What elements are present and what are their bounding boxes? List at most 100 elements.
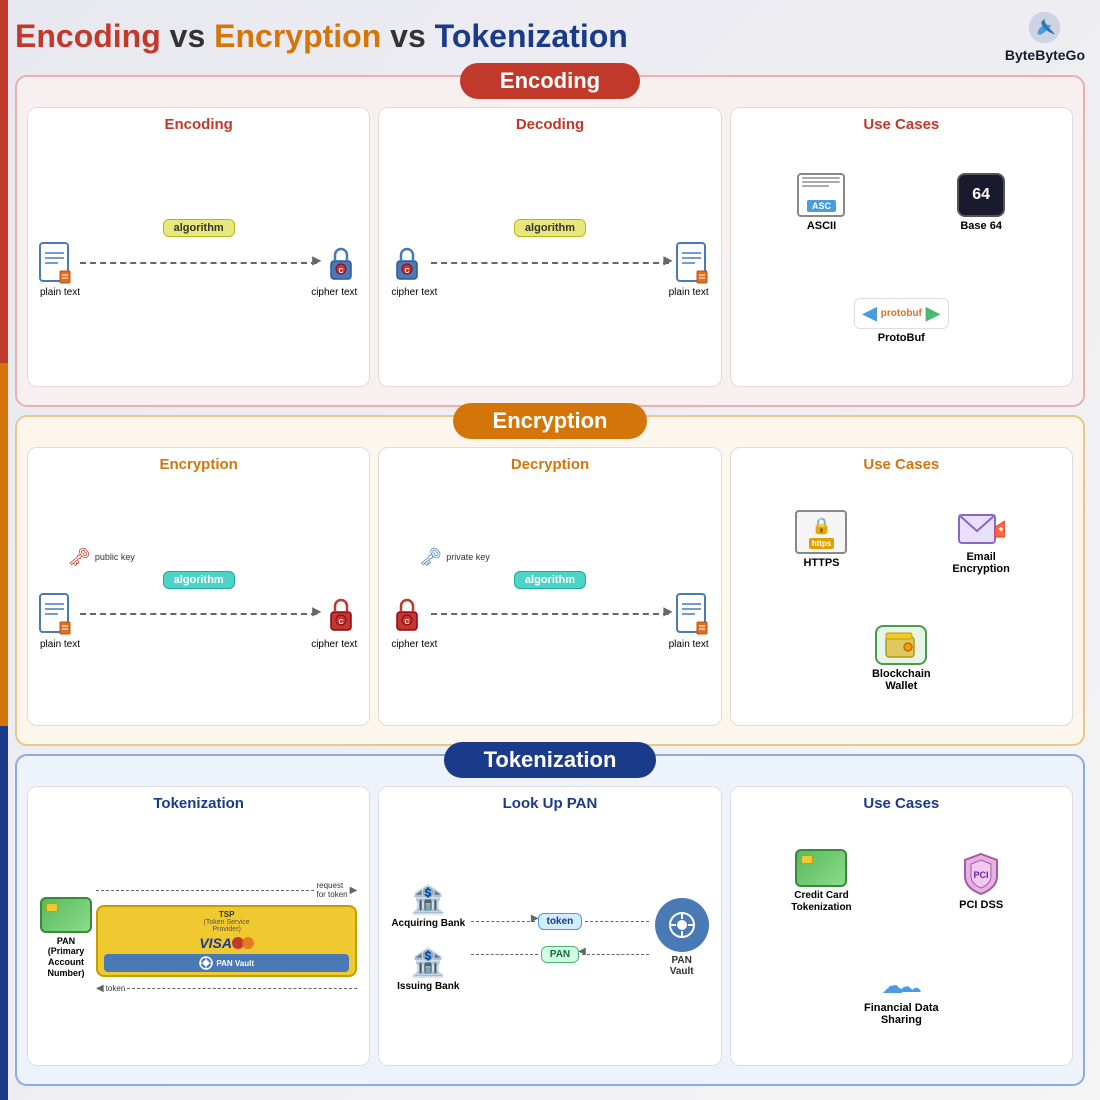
decryption-lock-icon: C — [389, 592, 425, 636]
protobuf-item: ◀ protobuf ▶ ProtoBuf — [745, 298, 1058, 344]
decoding-diagram: algorithm C ▶ — [389, 139, 710, 378]
acquiring-bank: 🏦 Acquiring Bank — [391, 883, 465, 930]
encryption-lock-icon: C — [323, 592, 359, 636]
pan-vault-label: PANVault — [670, 955, 694, 977]
encryption-use-cases-panel: Use Cases 🔒 https HTTPS — [730, 447, 1073, 727]
base64-item: 64 Base 64 — [904, 173, 1058, 232]
blockchain-icon — [875, 625, 927, 665]
lookup-arrows: ▶ token PAN ◀ — [471, 913, 648, 963]
email-svg — [957, 507, 1005, 545]
lookup-diagram: 🏦 Acquiring Bank 🏦 Issuing Bank — [389, 818, 710, 1057]
base64-icon: 64 — [957, 173, 1005, 217]
pci-dss-icon: PCI — [955, 852, 1007, 896]
base64-label: Base 64 — [960, 220, 1002, 232]
encryption-section: Encryption Encryption 🗝 public key algor… — [15, 415, 1085, 747]
https-item: 🔒 https HTTPS — [745, 510, 899, 569]
tokenization-badge: Tokenization — [444, 742, 657, 778]
blockchain-label: BlockchainWallet — [872, 668, 931, 692]
svg-text:PCI: PCI — [974, 870, 989, 880]
ascii-label: ASCII — [807, 220, 836, 232]
ascii-icon: ASC — [797, 173, 845, 217]
financial-data-label: Financial DataSharing — [864, 1002, 939, 1026]
main-container: Encoding vs Encryption vs Tokenization B… — [0, 0, 1100, 1100]
pan-vault-lookup: PANVault — [655, 898, 709, 977]
logo-text: ByteByteGo — [1005, 47, 1085, 63]
tsp-pan-vault: PAN Vault — [104, 954, 349, 972]
encoding-use-cases-grid: ASC ASCII 64 Base 64 ◀ — [741, 139, 1062, 378]
left-accent-bar — [0, 0, 8, 1100]
encryption-panels-row: Encryption 🗝 public key algorithm — [27, 447, 1073, 727]
title-tokenization: Tokenization — [435, 18, 628, 54]
public-key-label: public key — [95, 552, 135, 562]
encoding-lock-icon: C — [323, 241, 359, 285]
https-label: HTTPS — [803, 557, 839, 569]
email-item: EmailEncryption — [904, 504, 1058, 575]
encryption-cipher-text-label: cipher text — [311, 639, 357, 650]
encryption-diagram: 🗝 public key algorithm — [38, 479, 359, 718]
decoding-cipher-text-label: cipher text — [391, 287, 437, 298]
logo-icon — [1027, 10, 1062, 45]
acquiring-bank-label: Acquiring Bank — [391, 918, 465, 930]
pan-card-icon — [40, 897, 92, 933]
protobuf-icon: ◀ protobuf ▶ — [854, 298, 949, 329]
pan-vault-svg — [668, 911, 696, 939]
encryption-plain-text-label: plain text — [40, 639, 80, 650]
issuing-bank: 🏦 Issuing Bank — [397, 946, 459, 993]
encoding-cipher-text-label: cipher text — [311, 287, 357, 298]
encryption-algo-badge: algorithm — [163, 571, 235, 589]
title-encryption: Encryption — [214, 18, 381, 54]
tokenization-diagram: PAN(PrimaryAccountNumber) requestfor tok… — [38, 818, 359, 1057]
decryption-plain-text-label: plain text — [669, 639, 709, 650]
main-title: Encoding vs Encryption vs Tokenization — [15, 19, 628, 54]
decoding-algo-badge: algorithm — [514, 219, 586, 237]
encoding-doc-icon — [38, 241, 74, 285]
encoding-section-header: Encoding — [27, 63, 1073, 99]
bytebygo-logo: ByteByteGo — [1005, 10, 1085, 63]
lookup-pan-panel: Look Up PAN 🏦 Acquiring Bank 🏦 Issuing B… — [378, 786, 721, 1066]
pan-vault-circle — [655, 898, 709, 952]
title-vs1: vs — [170, 18, 214, 54]
tokenization-section-header: Tokenization — [27, 742, 1073, 778]
email-icon — [955, 504, 1007, 548]
decoding-doc-icon — [675, 241, 711, 285]
decryption-doc-icon — [675, 592, 711, 636]
decryption-algo-badge: algorithm — [514, 571, 586, 589]
encoding-plain-text-label: plain text — [40, 287, 80, 298]
encryption-use-cases-grid: 🔒 https HTTPS — [741, 479, 1062, 718]
encryption-section-header: Encryption — [27, 403, 1073, 439]
lookup-pan-title: Look Up PAN — [389, 795, 710, 812]
svg-text:C: C — [405, 619, 410, 626]
decryption-diagram: 🗝 private key algorithm C — [389, 479, 710, 718]
tokenization-panel-title: Tokenization — [38, 795, 359, 812]
svg-text:C: C — [339, 268, 344, 275]
decoding-panel: Decoding algorithm C — [378, 107, 721, 387]
wallet-svg — [885, 631, 917, 659]
protobuf-label: ProtoBuf — [878, 332, 925, 344]
https-icon: 🔒 https — [795, 510, 847, 554]
decryption-cipher-text-label: cipher text — [391, 639, 437, 650]
credit-card-label: Credit CardTokenization — [791, 890, 851, 914]
encryption-doc-icon — [38, 592, 74, 636]
financial-data-icon: ☁ ☁ ☁ — [881, 973, 921, 999]
svg-text:C: C — [339, 619, 344, 626]
encoding-panel: Encoding algorithm — [27, 107, 370, 387]
encoding-use-cases-title: Use Cases — [741, 116, 1062, 133]
encryption-use-cases-title: Use Cases — [741, 456, 1062, 473]
pan-vault-icon — [199, 956, 213, 970]
encryption-panel: Encryption 🗝 public key algorithm — [27, 447, 370, 727]
title-row: Encoding vs Encryption vs Tokenization B… — [15, 10, 1085, 63]
tokenization-use-cases-grid: Credit CardTokenization PCI PCI DSS — [741, 818, 1062, 1057]
tokenization-use-cases-panel: Use Cases Credit CardTokenization — [730, 786, 1073, 1066]
token-bubble: token — [538, 913, 583, 930]
issuing-bank-label: Issuing Bank — [397, 981, 459, 993]
tsp-box: TSP (Token ServiceProvider) VISA — [96, 905, 357, 977]
encoding-section: Encoding Encoding algorithm — [15, 75, 1085, 407]
pan-label: PAN(PrimaryAccountNumber) — [47, 936, 84, 979]
ascii-item: ASC ASCII — [745, 173, 899, 232]
pan-bubble: PAN — [541, 946, 579, 963]
decryption-panel: Decryption 🗝 private key algorithm — [378, 447, 721, 727]
pci-dss-item: PCI PCI DSS — [904, 852, 1058, 911]
title-vs2: vs — [390, 18, 434, 54]
encoding-panel-title: Encoding — [38, 116, 359, 133]
encoding-panels-row: Encoding algorithm — [27, 107, 1073, 387]
